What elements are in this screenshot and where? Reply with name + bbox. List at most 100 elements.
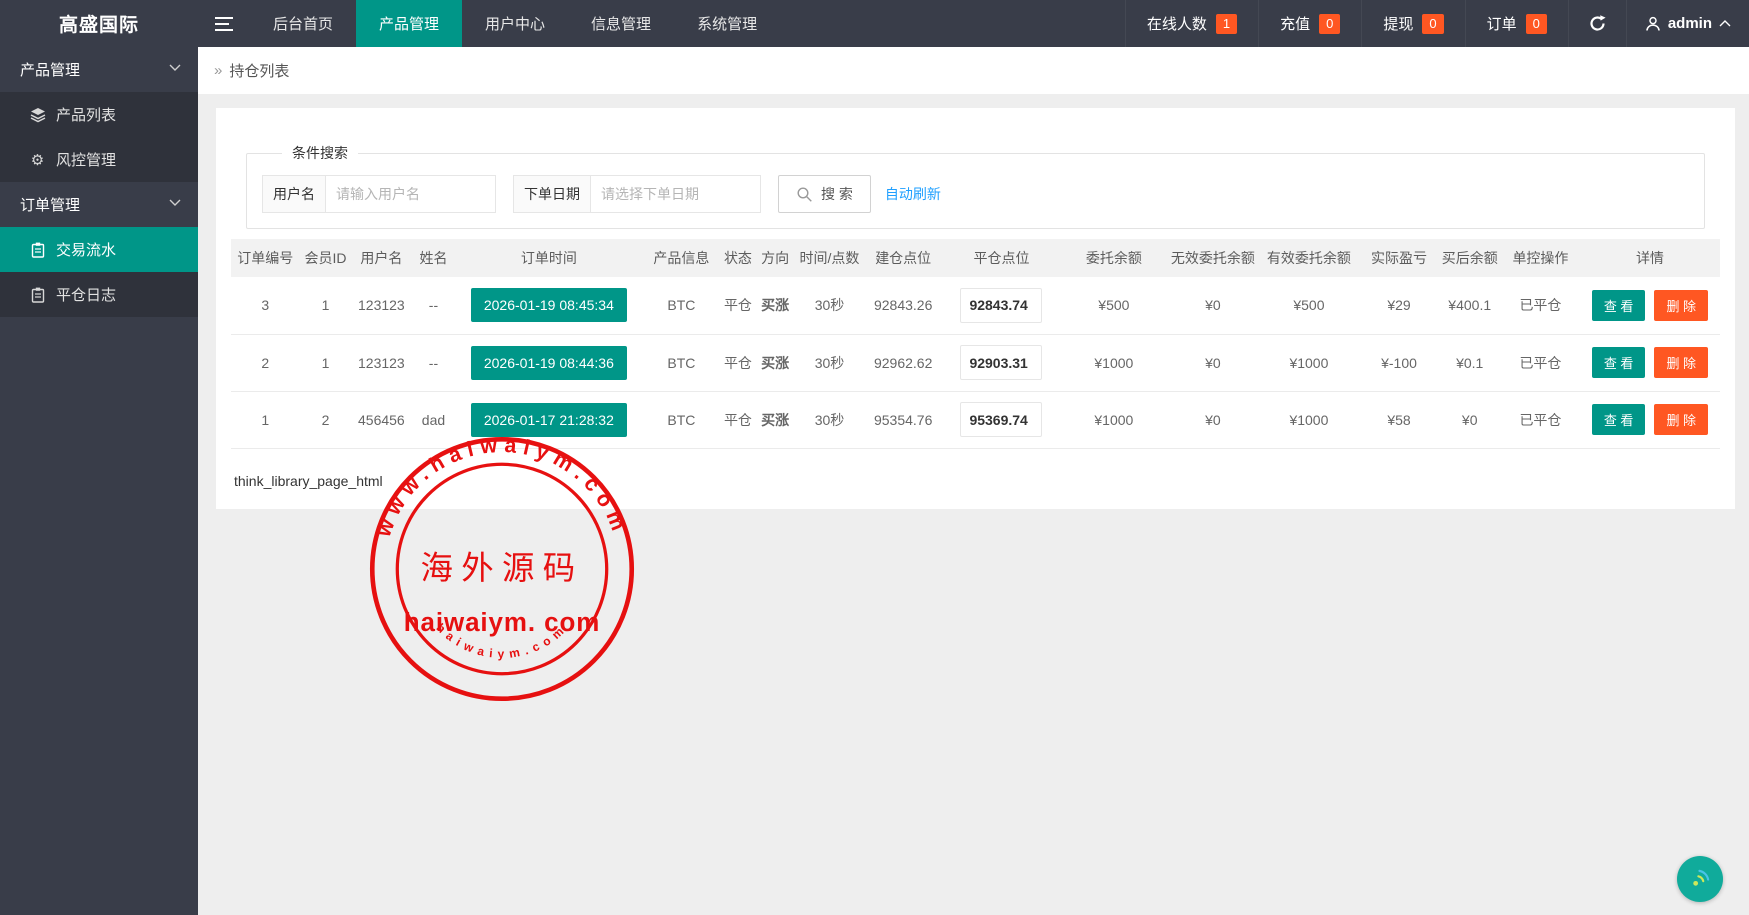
positions-table: 订单编号 会员ID 用户名 姓名 订单时间 产品信息 状态 方向 时间/点数 建… [231, 239, 1720, 449]
cell-invalid-entrust: ¥0 [1167, 334, 1258, 391]
cell-product: BTC [642, 277, 721, 334]
view-button[interactable]: 查 看 [1592, 290, 1646, 321]
table-row: 1 2 456456 dad 2026-01-17 21:28:32 BTC 平… [231, 391, 1720, 448]
gear-icon: ⚙ [29, 151, 46, 169]
cell-order-no: 2 [231, 334, 299, 391]
nav-item-system[interactable]: 系统管理 [674, 0, 780, 47]
cell-member-id: 2 [299, 391, 351, 448]
cell-username: 123123 [352, 277, 412, 334]
sidebar-group-products[interactable]: 产品管理 [0, 47, 198, 92]
sidebar-item-close-log[interactable]: 平仓日志 [0, 272, 198, 317]
col-valid-entrust: 有效委托余额 [1258, 239, 1359, 277]
chevron-down-icon [169, 199, 181, 207]
order-time-button[interactable]: 2026-01-17 21:28:32 [471, 403, 627, 437]
cell-product: BTC [642, 391, 721, 448]
cell-valid-entrust: ¥500 [1258, 277, 1359, 334]
search-panel: 条件搜索 用户名 下单日期 搜 索 [246, 143, 1705, 229]
view-button[interactable]: 查 看 [1592, 404, 1646, 435]
col-detail: 详情 [1580, 239, 1720, 277]
nav-item-info[interactable]: 信息管理 [568, 0, 674, 47]
header-right: 在线人数 1 充值 0 提现 0 订单 0 admin [1125, 0, 1749, 47]
col-status: 状态 [721, 239, 755, 277]
floating-assistant-button[interactable] [1677, 856, 1723, 902]
document-icon [29, 242, 46, 258]
view-button[interactable]: 查 看 [1592, 347, 1646, 378]
cell-entrust: ¥1000 [1060, 334, 1167, 391]
close-point-input[interactable] [960, 288, 1042, 323]
nav-item-users[interactable]: 用户中心 [462, 0, 568, 47]
refresh-icon [1588, 14, 1607, 33]
sidebar-item-trade-flow[interactable]: 交易流水 [0, 227, 198, 272]
app-logo: 高盛国际 [0, 0, 198, 47]
chevron-up-icon [1719, 20, 1731, 27]
col-member-id: 会员ID [299, 239, 351, 277]
stat-withdraw[interactable]: 提现 0 [1361, 0, 1464, 47]
col-product: 产品信息 [642, 239, 721, 277]
auto-refresh-link[interactable]: 自动刷新 [885, 184, 941, 204]
cell-open-point: 92962.62 [864, 334, 943, 391]
table-row: 2 1 123123 -- 2026-01-19 08:44:36 BTC 平仓… [231, 334, 1720, 391]
username-filter-label: 用户名 [262, 175, 326, 213]
search-icon [796, 186, 813, 203]
col-duration: 时间/点数 [795, 239, 863, 277]
breadcrumb-separator: » [214, 62, 222, 79]
top-header: 高盛国际 后台首页 产品管理 用户中心 信息管理 系统管理 在线人数 1 充值 … [0, 0, 1749, 47]
cell-after-balance: ¥400.1 [1438, 277, 1501, 334]
user-menu[interactable]: admin [1626, 0, 1749, 47]
sidebar-item-label: 平仓日志 [56, 284, 116, 305]
stat-online-users[interactable]: 在线人数 1 [1125, 0, 1258, 47]
date-filter-group: 下单日期 [513, 175, 761, 213]
search-panel-legend: 条件搜索 [282, 143, 358, 163]
sidebar-item-product-list[interactable]: 产品列表 [0, 92, 198, 137]
order-date-input[interactable] [590, 175, 761, 213]
col-entrust: 委托余额 [1060, 239, 1167, 277]
nav-item-products[interactable]: 产品管理 [356, 0, 462, 47]
cell-open-point: 95354.76 [864, 391, 943, 448]
cell-valid-entrust: ¥1000 [1258, 391, 1359, 448]
col-name: 姓名 [411, 239, 456, 277]
stat-label: 充值 [1280, 13, 1310, 34]
search-button[interactable]: 搜 索 [778, 175, 871, 213]
sidebar-item-label: 风控管理 [56, 149, 116, 170]
refresh-button[interactable] [1568, 0, 1626, 47]
sidebar-group-orders[interactable]: 订单管理 [0, 182, 198, 227]
close-point-input[interactable] [960, 402, 1042, 437]
cell-after-balance: ¥0 [1438, 391, 1501, 448]
col-after-balance: 买后余额 [1438, 239, 1501, 277]
stat-orders[interactable]: 订单 0 [1465, 0, 1568, 47]
cell-profit: ¥-100 [1360, 334, 1439, 391]
content: 条件搜索 用户名 下单日期 搜 索 [198, 94, 1749, 509]
stat-count-badge: 0 [1526, 14, 1547, 34]
menu-toggle-button[interactable] [198, 0, 250, 47]
cell-username: 123123 [352, 334, 412, 391]
delete-button[interactable]: 删 除 [1654, 290, 1708, 321]
col-order-time: 订单时间 [456, 239, 642, 277]
cell-entrust: ¥1000 [1060, 391, 1167, 448]
stat-recharge[interactable]: 充值 0 [1258, 0, 1361, 47]
order-time-button[interactable]: 2026-01-19 08:45:34 [471, 288, 627, 322]
cell-username: 456456 [352, 391, 412, 448]
col-direction: 方向 [755, 239, 795, 277]
username-label: admin [1668, 15, 1712, 32]
close-point-input[interactable] [960, 345, 1042, 380]
sidebar-item-risk-control[interactable]: ⚙ 风控管理 [0, 137, 198, 182]
order-time-button[interactable]: 2026-01-19 08:44:36 [471, 346, 627, 380]
top-nav: 后台首页 产品管理 用户中心 信息管理 系统管理 [250, 0, 780, 47]
sidebar-group-label: 订单管理 [20, 194, 80, 215]
cell-profit: ¥29 [1360, 277, 1439, 334]
cell-name: dad [411, 391, 456, 448]
cell-order-no: 1 [231, 391, 299, 448]
content-card: 条件搜索 用户名 下单日期 搜 索 [216, 108, 1735, 509]
breadcrumb: » 持仓列表 [198, 47, 1749, 94]
col-profit: 实际盈亏 [1360, 239, 1439, 277]
col-username: 用户名 [352, 239, 412, 277]
username-input[interactable] [325, 175, 496, 213]
delete-button[interactable]: 删 除 [1654, 404, 1708, 435]
date-filter-label: 下单日期 [513, 175, 591, 213]
cell-profit: ¥58 [1360, 391, 1439, 448]
delete-button[interactable]: 删 除 [1654, 347, 1708, 378]
nav-item-home[interactable]: 后台首页 [250, 0, 356, 47]
sidebar-item-label: 交易流水 [56, 239, 116, 260]
cell-entrust: ¥500 [1060, 277, 1167, 334]
cell-direction: 买涨 [755, 277, 795, 334]
